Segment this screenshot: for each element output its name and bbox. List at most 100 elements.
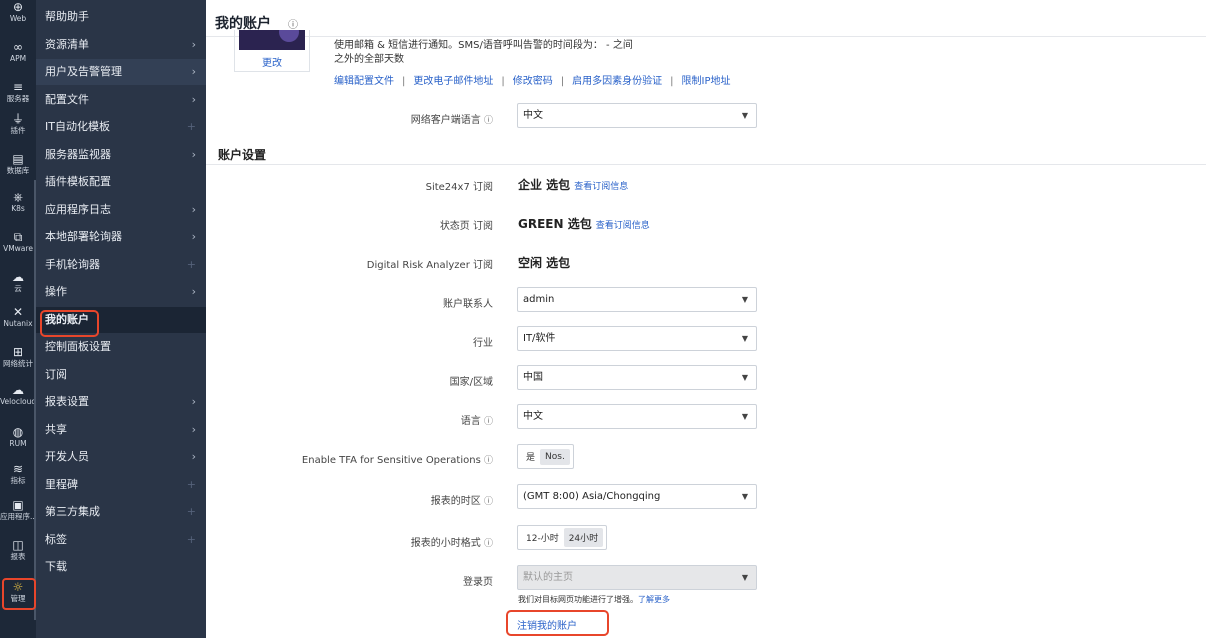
rail-item-label: APM [9,54,27,63]
rail-item-7[interactable]: ☁ 云 [0,270,36,293]
country-select[interactable]: 中国 ▼ [517,365,757,390]
rail-item-14[interactable]: ◫ 报表 [0,538,36,561]
info-icon[interactable]: ⓘ [484,497,493,507]
menu-item-label: 里程碑 [45,477,78,491]
site24x7-subscription-label: Site24x7 订阅 [425,182,493,193]
account-contact-select[interactable]: admin ▼ [517,287,757,312]
info-icon[interactable]: ⓘ [288,16,298,31]
globe-icon: ⊕ [12,0,24,14]
database-icon: ▤ [12,152,24,166]
menu-item-3[interactable]: 配置文件 › [36,87,206,113]
menu-item-5[interactable]: 服务器监视器 › [36,142,206,168]
chevron-right-icon: › [191,37,196,51]
hour-12-option[interactable]: 12-小时 [521,528,564,547]
client-language-label-text: 网络客户端语言 [410,115,481,126]
chevron-down-icon: ▼ [741,492,748,501]
account-contact-label: 账户联系人 [443,299,493,310]
menu-item-18[interactable]: 第三方集成 + [36,499,206,525]
report-timezone-label-text: 报表的时区 [430,496,481,507]
hour-format-toggle: 12-小时 24小时 [517,525,608,550]
menu-item-9[interactable]: 手机轮询器 + [36,252,206,278]
rail-item-9[interactable]: ⊞ 网络统计 [0,345,36,368]
menu-item-4[interactable]: IT自动化模板 + [36,114,206,140]
info-icon[interactable]: ⓘ [484,116,493,126]
hour-24-option[interactable]: 24小时 [563,528,604,547]
change-password-link[interactable]: 修改密码 [513,76,553,87]
rail-item-10[interactable]: ☁ Velocloud [0,383,36,406]
menu-item-0[interactable]: 帮助助手 [36,4,206,30]
view-subscription-link[interactable]: 查看订阅信息 [574,182,628,192]
rail-item-4[interactable]: ▤ 数据库 [0,152,36,175]
rail-item-1[interactable]: ∞ APM [0,40,36,63]
menu-item-label: 控制面板设置 [45,340,111,353]
menu-item-1[interactable]: 资源清单 › [36,32,206,58]
restrict-ip-link[interactable]: 限制IP地址 [682,76,731,87]
report-timezone-select[interactable]: (GMT 8:00) Asia/Chongqing ▼ [517,484,757,509]
menu-item-12[interactable]: 控制面板设置 [36,334,206,360]
tfa-label: Enable TFA for Sensitive Operations ⓘ [302,453,493,466]
language-select[interactable]: 中文 ▼ [517,404,757,429]
rail-item-11[interactable]: ◍ RUM [0,425,36,448]
plus-icon: + [186,505,196,518]
menu-item-19[interactable]: 标签 + [36,527,206,553]
rail-item-2[interactable]: ≡ 服务器 [0,80,36,103]
menu-item-16[interactable]: 开发人员 › [36,444,206,470]
enable-mfa-link[interactable]: 启用多因素身份验证 [572,76,662,87]
rail-item-13[interactable]: ▣ 应用程序... [0,498,36,521]
menu-item-label: 开发人员 [45,450,89,463]
app-window: ⊕ Web ∞ APM ≡ 服务器 ⏚ 插件 ▤ 数据库 ⎈ K8s ⧉ VMware ☁ 云 ✕ Nutanix… [0,0,1206,638]
info-icon[interactable]: ⓘ [484,456,493,466]
plus-icon: + [186,477,196,491]
menu-item-17[interactable]: 里程碑 + [36,472,206,498]
icon-rail: ⊕ Web ∞ APM ≡ 服务器 ⏚ 插件 ▤ 数据库 ⎈ K8s ⧉ VMware ☁ 云 ✕ Nutanix… [0,0,36,638]
menu-item-13[interactable]: 订阅 [36,362,206,388]
industry-select[interactable]: IT/软件 ▼ [517,326,757,351]
tfa-no-option[interactable]: Nos. [540,448,570,465]
rail-item-12[interactable]: ≋ 指标 [0,462,36,485]
plug-icon: ⏚ [11,112,24,126]
menu-item-20[interactable]: 下载 [36,554,206,580]
learn-more-link[interactable]: 了解更多 [638,595,670,604]
menu-item-14[interactable]: 报表设置 › [36,389,206,415]
notification-notice: 使用邮箱 & 短信进行通知。SMS/语音呼叫告警的时间段为： - 之间 [334,40,633,51]
rail-item-3[interactable]: ⏚ 插件 [0,112,36,135]
industry-value: IT/软件 [523,333,556,344]
menu-item-7[interactable]: 应用程序日志 › [36,197,206,223]
chevron-right-icon: › [191,450,196,463]
rail-item-6[interactable]: ⧉ VMware [0,230,36,253]
change-email-link[interactable]: 更改电子邮件地址 [413,76,493,87]
rail-item-label: 服务器 [6,94,30,103]
view-subscription-link[interactable]: 查看订阅信息 [596,221,650,231]
rail-item-0[interactable]: ⊕ Web [0,0,36,23]
info-icon[interactable]: ⓘ [484,417,493,427]
client-language-select[interactable]: 中文 ▼ [517,103,757,128]
rail-item-label: 云 [14,284,22,293]
menu-item-label: 配置文件 [45,92,89,106]
landing-page-note: 我们对目标网页功能进行了增强。了解更多 [518,594,670,605]
change-avatar-button[interactable]: 更改 [262,54,282,69]
menu-item-label: 操作 [45,285,67,298]
menu-item-8[interactable]: 本地部署轮询器 › [36,224,206,250]
rail-item-label: 网络统计 [3,359,33,368]
rail-item-label: 指标 [10,476,26,485]
status-page-plan: GREEN 选包 [518,217,592,231]
menu-item-2[interactable]: 用户及告警管理 › [36,59,206,85]
rail-item-5[interactable]: ⎈ K8s [0,190,36,213]
menu-item-6[interactable]: 插件模板配置 [36,169,206,195]
tfa-yes-option[interactable]: 是 [521,447,540,466]
menu-item-10[interactable]: 操作 › [36,279,206,305]
rail-item-label: RUM [9,439,27,448]
dra-subscription-value: 空闲 选包 [518,256,571,270]
report-icon: ◫ [12,538,24,552]
menu-item-15[interactable]: 共享 › [36,417,206,443]
cloud-icon: ☁ [12,270,24,284]
info-icon[interactable]: ⓘ [484,539,493,549]
vmware-icon: ⧉ [13,230,23,244]
edit-profile-link[interactable]: 编辑配置文件 [334,76,394,87]
menu-item-label: 本地部署轮询器 [45,230,122,243]
report-timezone-value: (GMT 8:00) Asia/Chongqing [523,491,661,502]
chevron-down-icon: ▼ [741,295,748,304]
chevron-down-icon: ▼ [741,334,748,343]
menu-item-label: 帮助助手 [45,10,89,23]
rail-item-8[interactable]: ✕ Nutanix [0,305,36,328]
